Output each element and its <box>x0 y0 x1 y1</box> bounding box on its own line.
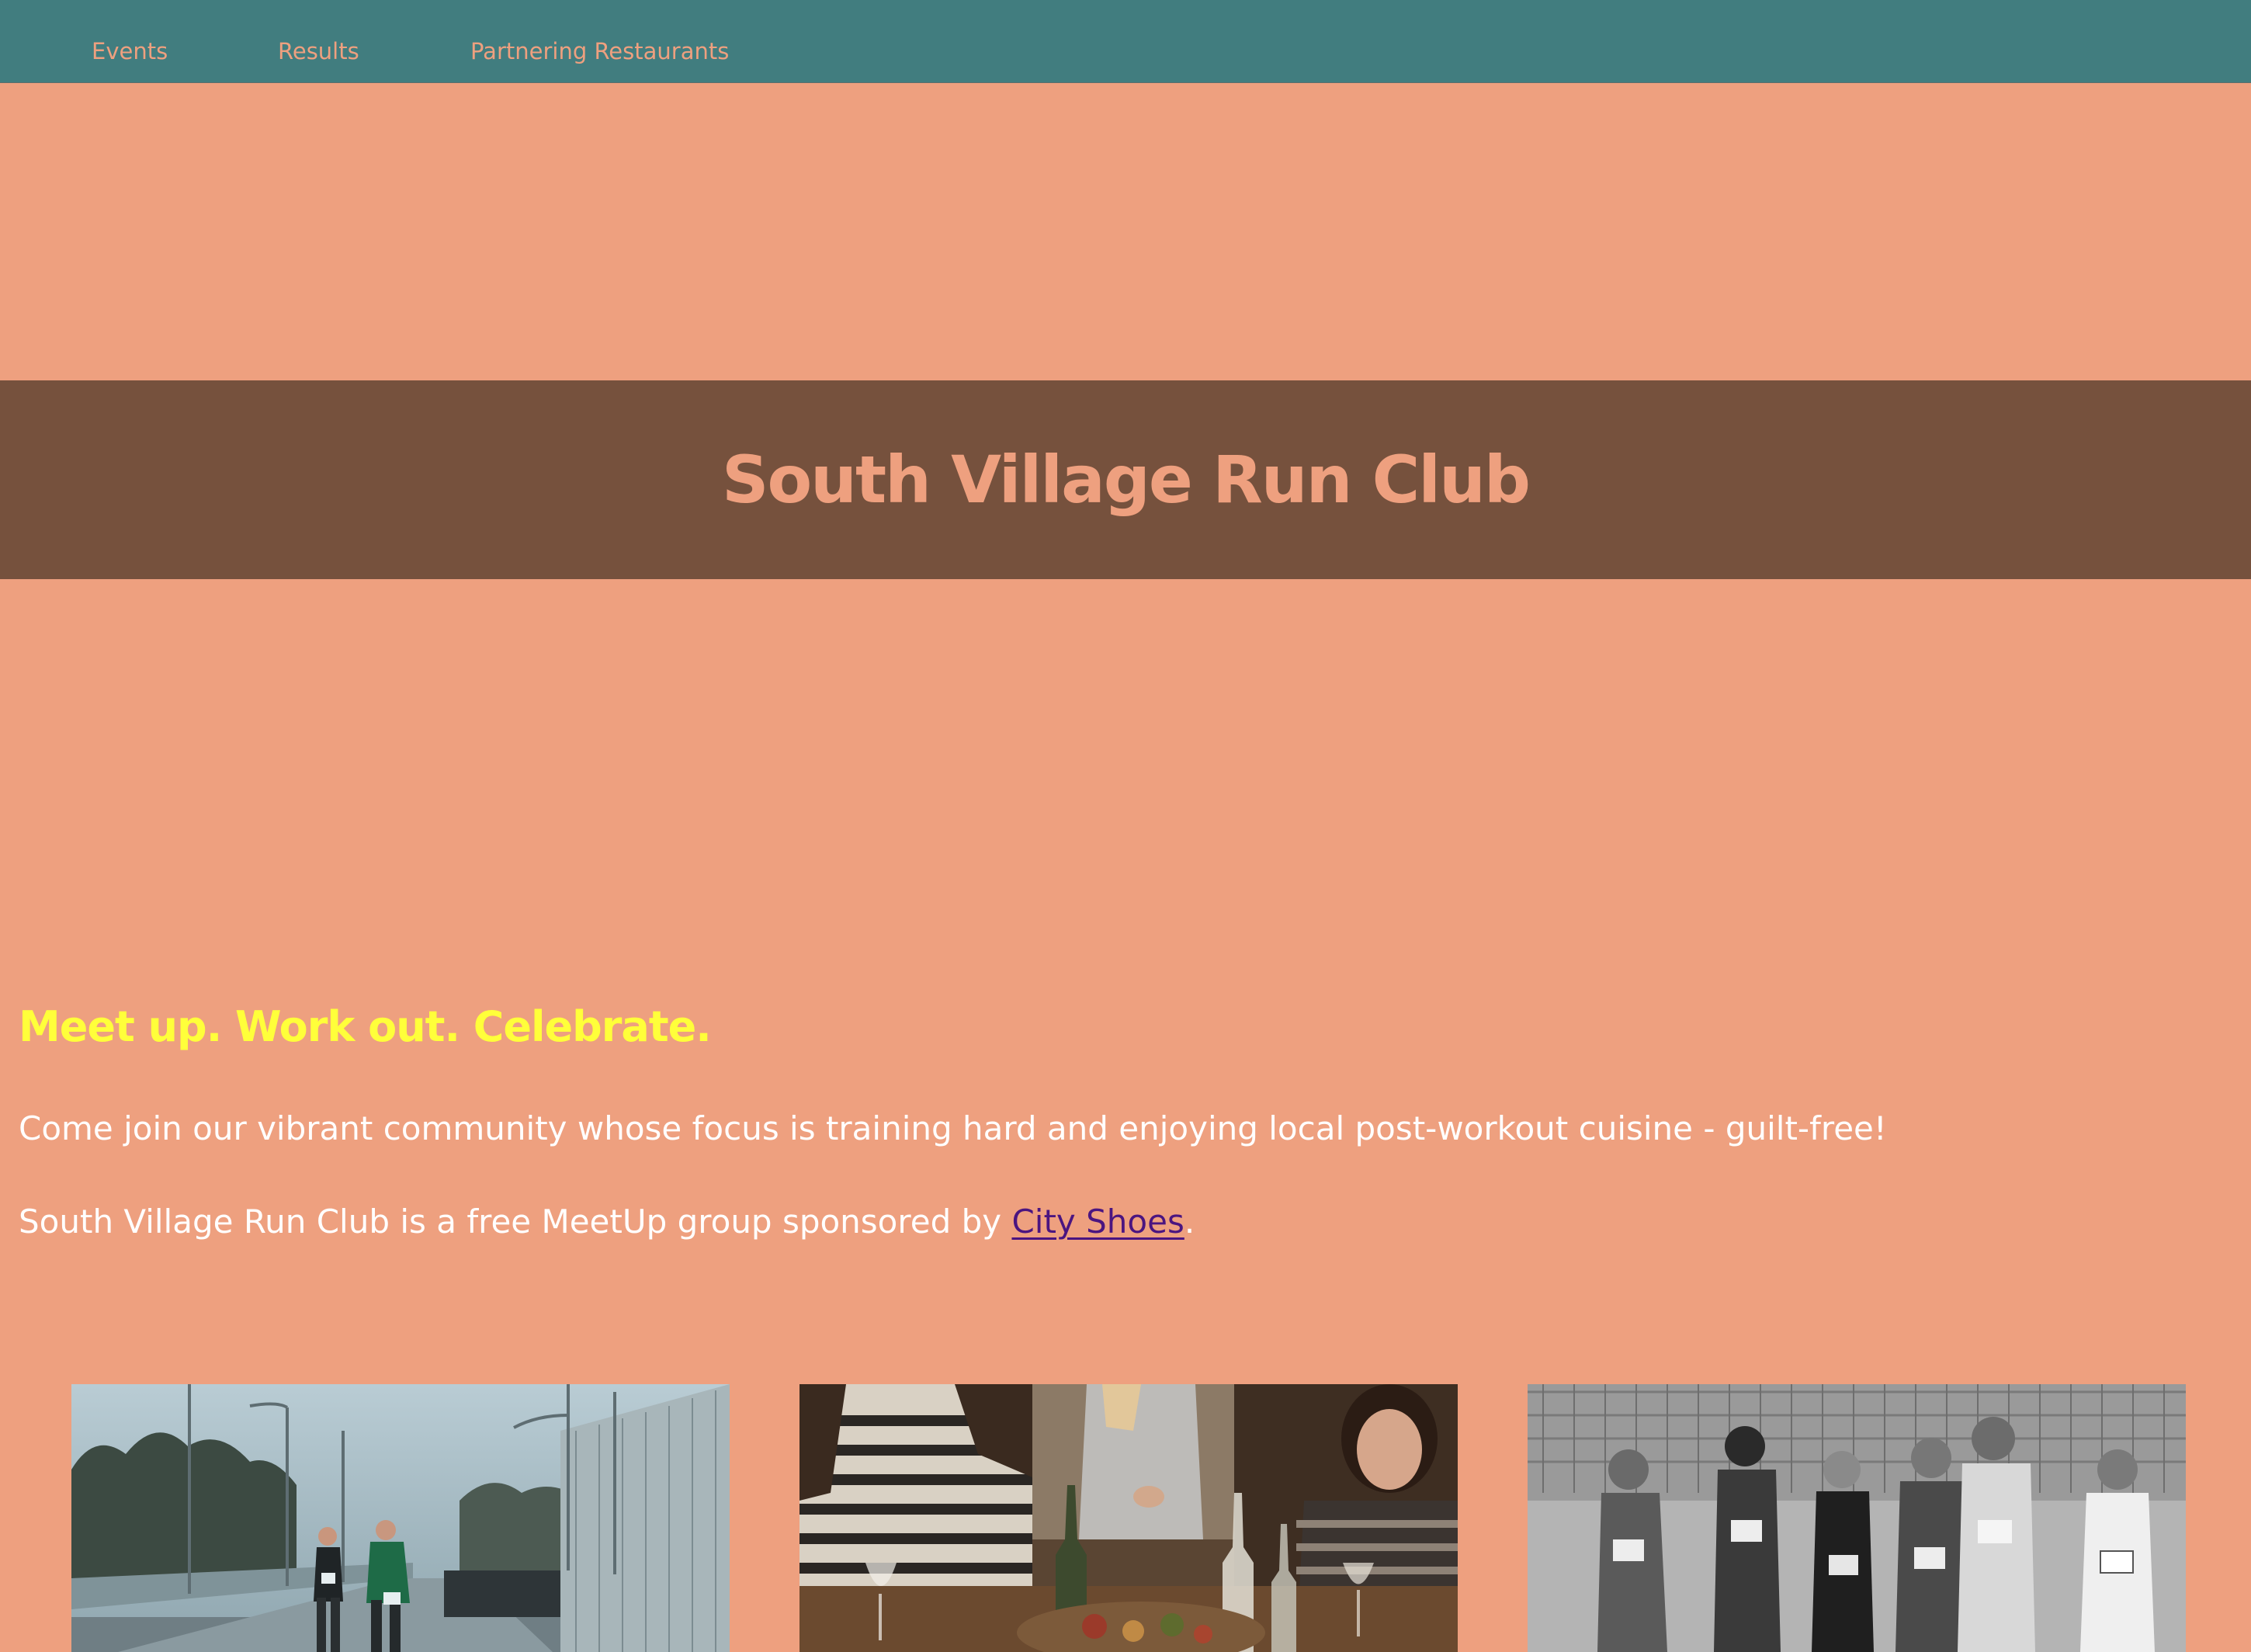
nav-link-results[interactable]: Results <box>278 34 359 68</box>
intro-paragraph: Come join our vibrant community whose fo… <box>19 1109 1887 1147</box>
dinner-party-photo <box>799 1384 1458 1652</box>
page-title: South Village Run Club <box>721 442 1531 518</box>
top-navbar: Events Results Partnering Restaurants <box>0 0 2251 83</box>
sponsor-link-city-shoes[interactable]: City Shoes <box>1011 1203 1184 1241</box>
nav-link-events[interactable]: Events <box>92 34 168 68</box>
sponsor-period: . <box>1184 1203 1195 1241</box>
runners-on-overpass-photo <box>71 1384 730 1652</box>
marathon-runners-photo <box>1528 1384 2186 1652</box>
hero-banner: South Village Run Club <box>0 380 2251 579</box>
sponsor-paragraph: South Village Run Club is a free MeetUp … <box>19 1199 1195 1245</box>
tagline-heading: Meet up. Work out. Celebrate. <box>19 1002 712 1051</box>
nav-link-partnering-restaurants[interactable]: Partnering Restaurants <box>470 34 729 68</box>
sponsor-text: South Village Run Club is a free MeetUp … <box>19 1203 1012 1241</box>
